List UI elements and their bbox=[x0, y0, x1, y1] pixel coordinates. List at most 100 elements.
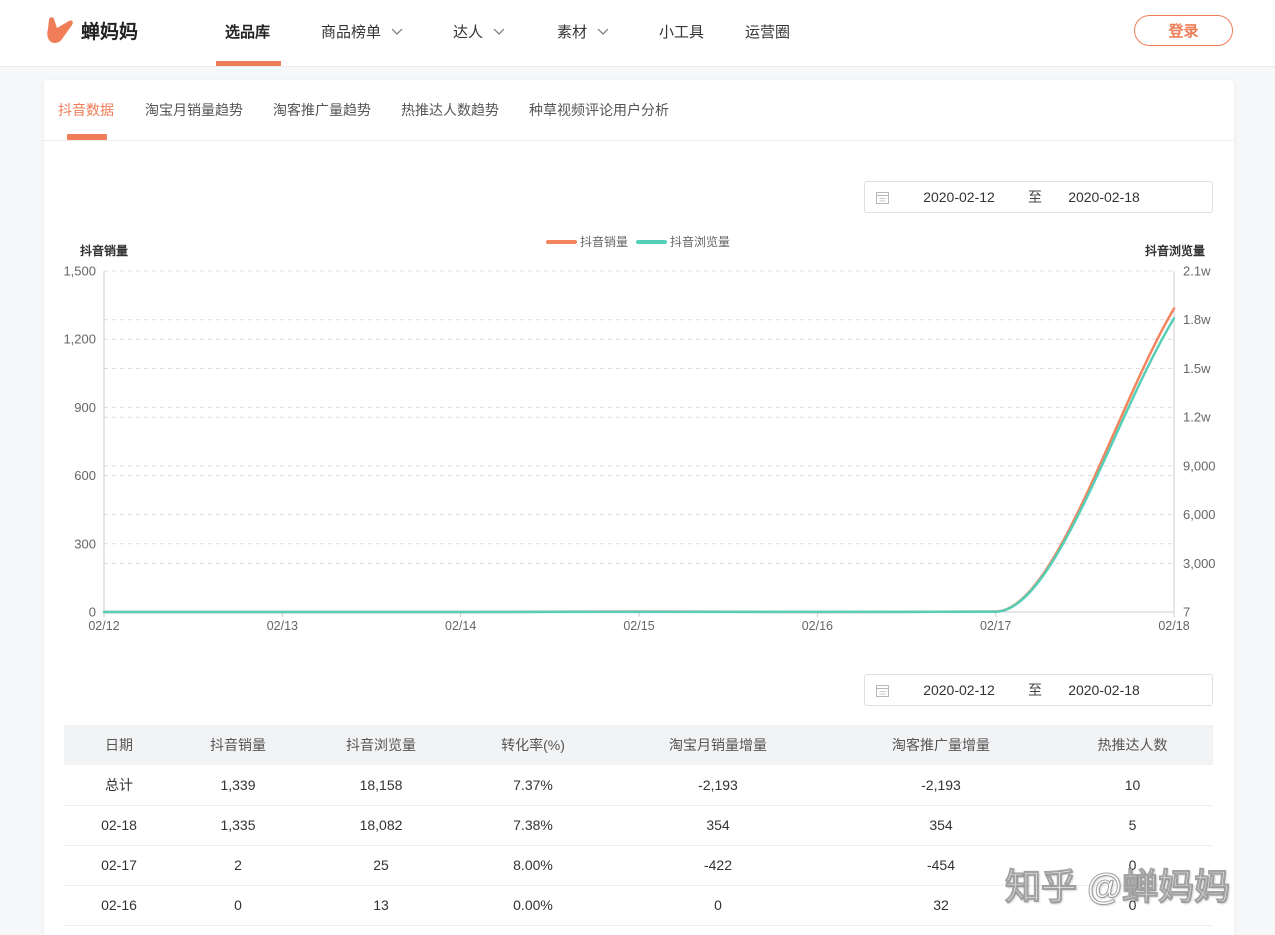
right-axis-tick-label: 1.2w bbox=[1183, 410, 1211, 425]
logo-link[interactable]: 蝉妈妈 bbox=[44, 15, 138, 46]
right-axis-tick-label: 7 bbox=[1183, 605, 1190, 620]
nav-item-label: 素材 bbox=[557, 23, 588, 41]
table-cell: 0.00% bbox=[460, 885, 606, 926]
x-axis-tick-label: 02/15 bbox=[623, 619, 654, 633]
table-cell: 13 bbox=[302, 885, 460, 926]
table-cell: -454 bbox=[830, 845, 1052, 886]
table-row: 02-17 2 25 8.00% -422 -454 0 bbox=[64, 845, 1213, 886]
table-cell: 1,339 bbox=[174, 765, 302, 806]
right-axis-tick-label: 9,000 bbox=[1183, 458, 1216, 473]
table-cell: 354 bbox=[830, 805, 1052, 846]
nav-item-product-library[interactable]: 选品库 bbox=[225, 0, 270, 62]
right-axis-tick-label: 1.8w bbox=[1183, 312, 1211, 327]
end-date-input[interactable]: 2020-02-18 bbox=[1047, 675, 1161, 705]
table-cell: -2,193 bbox=[606, 765, 830, 806]
date-range-separator: 至 bbox=[1028, 682, 1042, 698]
chevron-down-icon bbox=[493, 28, 505, 35]
tab-hot-influencer-count-trend[interactable]: 热推达人数趋势 bbox=[401, 80, 499, 140]
calendar-icon bbox=[876, 685, 889, 697]
chanmama-logo-icon bbox=[44, 15, 75, 46]
table-cell: 18,082 bbox=[302, 805, 460, 846]
data-point bbox=[101, 609, 107, 615]
table-cell: 1,335 bbox=[174, 805, 302, 846]
table-cell: 8.00% bbox=[460, 845, 606, 886]
data-point bbox=[458, 609, 464, 615]
nav-item-label: 选品库 bbox=[225, 23, 271, 41]
left-axis-tick-label: 1,200 bbox=[63, 332, 96, 347]
right-axis-tick-label: 1.5w bbox=[1183, 361, 1211, 376]
data-point bbox=[814, 609, 820, 615]
table-row: 02-16 0 13 0.00% 0 32 0 bbox=[64, 885, 1213, 926]
table-cell: 02-16 bbox=[64, 885, 174, 926]
nav-item-materials[interactable]: 素材 bbox=[557, 0, 609, 62]
tab-taoke-promotion-trend[interactable]: 淘客推广量趋势 bbox=[273, 80, 371, 140]
active-tab-indicator bbox=[67, 134, 107, 140]
legend-item-douyin-sales[interactable]: 抖音销量 bbox=[546, 234, 628, 249]
column-header-taobao-monthly-sales-increase: 淘宝月销量增量 bbox=[606, 725, 830, 765]
table-cell: -2,193 bbox=[830, 765, 1052, 806]
left-axis-tick-label: 600 bbox=[74, 468, 96, 483]
tab-seeding-video-comment-analysis[interactable]: 种草视频评论用户分析 bbox=[529, 80, 669, 140]
left-axis-tick-label: 300 bbox=[74, 536, 96, 551]
chevron-down-icon bbox=[391, 28, 403, 35]
column-header-douyin-sales: 抖音销量 bbox=[174, 725, 302, 765]
nav-item-influencers[interactable]: 达人 bbox=[453, 0, 505, 62]
table-cell: 2 bbox=[174, 845, 302, 886]
end-date-input[interactable]: 2020-02-18 bbox=[1047, 182, 1161, 212]
start-date-input[interactable]: 2020-02-12 bbox=[891, 182, 1027, 212]
table-cell: 18,158 bbox=[302, 765, 460, 806]
table-cell: 0 bbox=[174, 885, 302, 926]
table-cell: 7.37% bbox=[460, 765, 606, 806]
nav-item-tools[interactable]: 小工具 bbox=[659, 0, 704, 62]
data-point bbox=[1171, 315, 1177, 321]
table-date-range-picker[interactable]: 2020-02-12 至 2020-02-18 bbox=[864, 674, 1213, 706]
column-header-date: 日期 bbox=[64, 725, 174, 765]
table-cell: 02-17 bbox=[64, 845, 174, 886]
login-button[interactable]: 登录 bbox=[1134, 15, 1233, 46]
table-cell: 02-18 bbox=[64, 805, 174, 846]
x-axis-tick-label: 02/17 bbox=[980, 619, 1011, 633]
x-axis-tick-label: 02/18 bbox=[1158, 619, 1189, 633]
top-navigation-bar: 蝉妈妈 选品库 商品榜单 达人 素材 小工具 运营圈 登录 bbox=[0, 0, 1275, 67]
table-cell: 354 bbox=[606, 805, 830, 846]
data-point bbox=[279, 609, 285, 615]
table-cell: 0 bbox=[606, 885, 830, 926]
nav-item-label: 达人 bbox=[453, 23, 484, 41]
start-date-input[interactable]: 2020-02-12 bbox=[891, 675, 1027, 705]
column-header-taoke-promotion-increase: 淘客推广量增量 bbox=[830, 725, 1052, 765]
series-line-douyin-sales bbox=[102, 307, 1176, 614]
tab-taobao-monthly-sales-trend[interactable]: 淘宝月销量趋势 bbox=[145, 80, 243, 140]
chart-date-range-picker[interactable]: 2020-02-12 至 2020-02-18 bbox=[864, 181, 1213, 213]
page-root: 蝉妈妈 选品库 商品榜单 达人 素材 小工具 运营圈 登录 抖音数据 淘宝月销量… bbox=[0, 0, 1275, 935]
legend-label: 抖音浏览量 bbox=[670, 234, 730, 249]
column-header-conversion-rate: 转化率(%) bbox=[460, 725, 606, 765]
table-cell: 5 bbox=[1052, 805, 1213, 846]
table-cell: 25 bbox=[302, 845, 460, 886]
data-point bbox=[993, 609, 999, 615]
nav-item-product-rankings[interactable]: 商品榜单 bbox=[321, 0, 403, 62]
table-row-total: 总计 1,339 18,158 7.37% -2,193 -2,193 10 bbox=[64, 765, 1213, 806]
left-axis-tick-label: 1,500 bbox=[63, 264, 96, 279]
series-line-douyin-views bbox=[102, 317, 1176, 614]
douyin-trend-line-chart: 0 300 600 900 1,200 1,500 7 3,000 6,000 9,000 1.2w… bbox=[63, 234, 1216, 633]
nav-item-label: 商品榜单 bbox=[321, 23, 382, 41]
daily-data-table: 日期 抖音销量 抖音浏览量 转化率(%) 淘宝月销量增量 淘客推广量增量 热推达… bbox=[64, 725, 1213, 926]
nav-item-operations-circle[interactable]: 运营圈 bbox=[745, 0, 790, 62]
x-axis-tick-label: 02/16 bbox=[802, 619, 833, 633]
nav-item-label: 运营圈 bbox=[745, 23, 791, 41]
active-nav-indicator bbox=[216, 61, 281, 66]
x-axis-tick-label: 02/12 bbox=[88, 619, 119, 633]
table-cell: 7.38% bbox=[460, 805, 606, 846]
logo-text: 蝉妈妈 bbox=[81, 22, 139, 43]
legend-item-douyin-views[interactable]: 抖音浏览量 bbox=[636, 234, 730, 249]
right-axis-tick-label: 6,000 bbox=[1183, 507, 1216, 522]
table-cell: 10 bbox=[1052, 765, 1213, 806]
left-axis-tick-label: 900 bbox=[74, 400, 96, 415]
left-axis-tick-label: 0 bbox=[89, 605, 96, 620]
tab-douyin-data[interactable]: 抖音数据 bbox=[58, 80, 114, 140]
column-header-hot-influencer-count: 热推达人数 bbox=[1052, 725, 1213, 765]
chevron-down-icon bbox=[597, 28, 609, 35]
column-header-douyin-views: 抖音浏览量 bbox=[302, 725, 460, 765]
table-cell: 总计 bbox=[64, 765, 174, 806]
data-card: 抖音数据 淘宝月销量趋势 淘客推广量趋势 热推达人数趋势 种草视频评论用户分析 … bbox=[44, 80, 1234, 935]
